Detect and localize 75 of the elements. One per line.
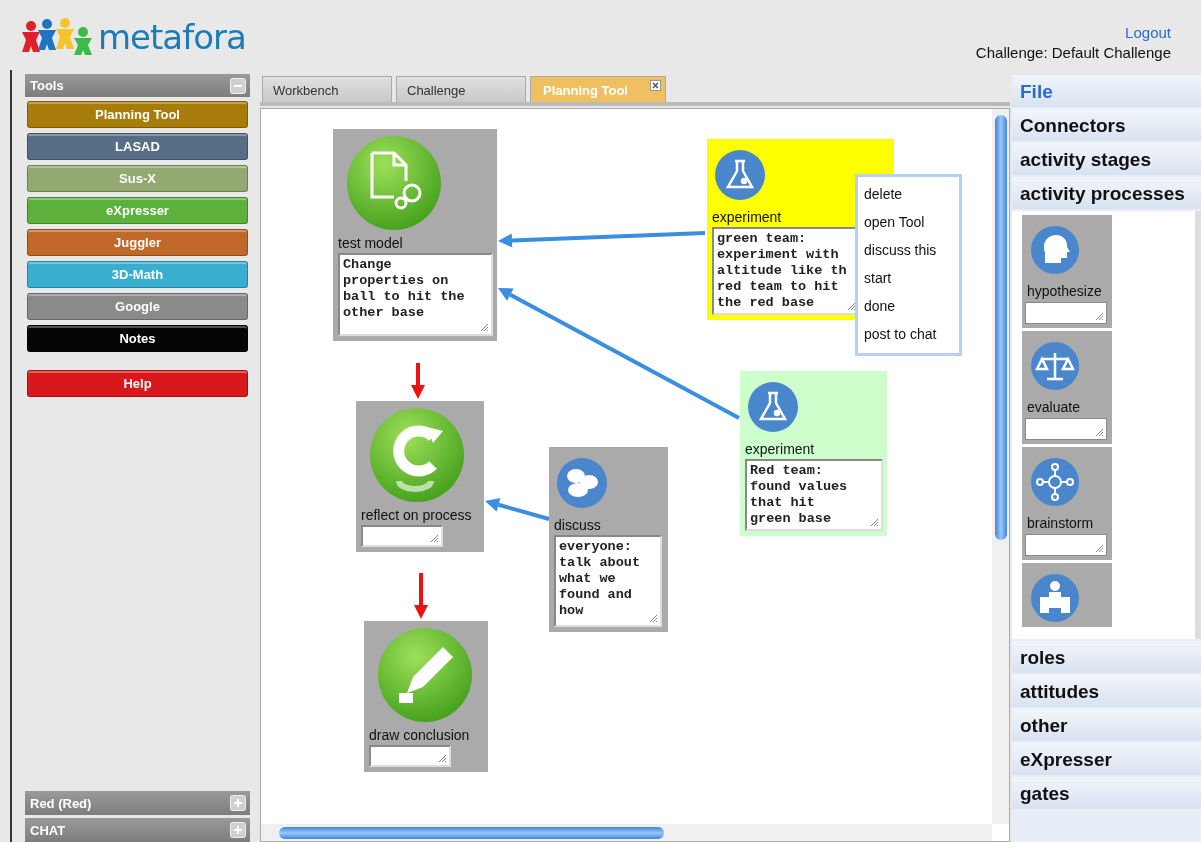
diagram-node[interactable]: discuss everyone: talk about what we found and how bbox=[549, 447, 668, 632]
palette-section-header[interactable]: Connectors bbox=[1012, 109, 1201, 141]
diagram-node[interactable]: test model Change properties on ball to hit the other base bbox=[333, 129, 497, 341]
palette-card[interactable]: hypothesize bbox=[1022, 215, 1112, 328]
vertical-scrollbar[interactable] bbox=[992, 109, 1009, 824]
note-field[interactable] bbox=[1025, 534, 1107, 556]
arrow bbox=[485, 498, 550, 521]
arrow bbox=[414, 573, 428, 619]
tab[interactable]: Challenge bbox=[396, 76, 526, 102]
people-icon bbox=[1030, 573, 1080, 623]
palette-card[interactable] bbox=[1022, 563, 1112, 627]
flask-icon bbox=[714, 149, 766, 201]
speech-bubbles-icon bbox=[556, 457, 608, 509]
diagram-node[interactable]: reflect on process bbox=[356, 401, 484, 552]
tab[interactable]: Workbench bbox=[262, 76, 392, 102]
cycle-arrows-icon bbox=[369, 407, 465, 503]
panel-title: Tools bbox=[30, 78, 64, 93]
note-field[interactable] bbox=[369, 745, 451, 767]
figures-icon bbox=[22, 18, 94, 56]
scales-icon bbox=[1030, 341, 1080, 391]
flask-icon bbox=[747, 381, 799, 433]
resize-grip-icon[interactable] bbox=[479, 322, 489, 332]
tool-button[interactable]: LASAD bbox=[27, 133, 248, 160]
palette-section-header[interactable]: activity processes bbox=[1012, 177, 1201, 209]
head-bulb-icon bbox=[1030, 225, 1080, 275]
resize-grip-icon[interactable] bbox=[1094, 427, 1104, 437]
resize-grip-icon[interactable] bbox=[1094, 543, 1104, 553]
document-gears-icon bbox=[346, 135, 442, 231]
menu-item[interactable]: post to chat bbox=[858, 321, 959, 349]
resize-grip-icon[interactable] bbox=[437, 753, 447, 763]
diagram-node[interactable]: draw conclusion bbox=[364, 621, 488, 772]
network-icon bbox=[1030, 457, 1080, 507]
palette-section-header[interactable]: attitudes bbox=[1012, 675, 1201, 707]
resize-grip-icon[interactable] bbox=[648, 613, 658, 623]
card-label: brainstorm bbox=[1027, 515, 1094, 531]
node-label: draw conclusion bbox=[369, 727, 470, 743]
palette-section-header[interactable]: File bbox=[1012, 75, 1201, 107]
resize-grip-icon[interactable] bbox=[869, 517, 879, 527]
note-field[interactable]: Red team: found values that hit green base bbox=[745, 459, 883, 531]
node-label: test model bbox=[338, 235, 403, 251]
panel-title: CHAT bbox=[30, 822, 66, 838]
node-label: reflect on process bbox=[361, 507, 472, 523]
palette-section-header[interactable]: gates bbox=[1012, 777, 1201, 809]
help-button[interactable]: Help bbox=[27, 370, 248, 397]
note-field[interactable]: Change properties on ball to hit the other base bbox=[338, 253, 493, 336]
tool-button[interactable]: Juggler bbox=[27, 229, 248, 256]
palette-section-header[interactable]: eXpresser bbox=[1012, 743, 1201, 775]
note-field[interactable]: everyone: talk about what we found and how bbox=[554, 535, 662, 627]
challenge-label: Challenge: Default Challenge bbox=[975, 44, 1171, 61]
arrow bbox=[411, 363, 425, 399]
logout-link[interactable]: Logout bbox=[1125, 24, 1171, 41]
card-label: hypothesize bbox=[1027, 283, 1102, 299]
palette-section-header[interactable]: roles bbox=[1012, 641, 1201, 673]
palette-card[interactable]: brainstorm bbox=[1022, 447, 1112, 560]
tool-button[interactable]: Planning Tool bbox=[27, 101, 248, 128]
collapse-icon[interactable] bbox=[230, 77, 246, 94]
node-label: experiment bbox=[712, 209, 782, 225]
panel-title: Red (Red) bbox=[30, 795, 92, 811]
resize-grip-icon[interactable] bbox=[1094, 311, 1104, 321]
palette-section-header[interactable]: activity stages bbox=[1012, 143, 1201, 175]
palette-card[interactable]: evaluate bbox=[1022, 331, 1112, 444]
note-field[interactable] bbox=[361, 525, 443, 547]
resize-grip-icon[interactable] bbox=[429, 533, 439, 543]
card-label: evaluate bbox=[1027, 399, 1080, 415]
note-field[interactable] bbox=[1025, 418, 1107, 440]
logo-wordmark: metafora bbox=[98, 17, 246, 57]
node-label: discuss bbox=[554, 517, 601, 533]
horizontal-scrollbar[interactable] bbox=[261, 824, 992, 841]
pencil-icon bbox=[377, 627, 473, 723]
diagram-node[interactable]: experiment Red team: found values that hit green base bbox=[740, 371, 887, 536]
node-label: experiment bbox=[745, 441, 815, 457]
note-field[interactable] bbox=[1025, 302, 1107, 324]
palette-section-header[interactable]: other bbox=[1012, 709, 1201, 741]
close-icon[interactable] bbox=[650, 80, 661, 91]
tool-button[interactable]: Notes bbox=[27, 325, 248, 352]
